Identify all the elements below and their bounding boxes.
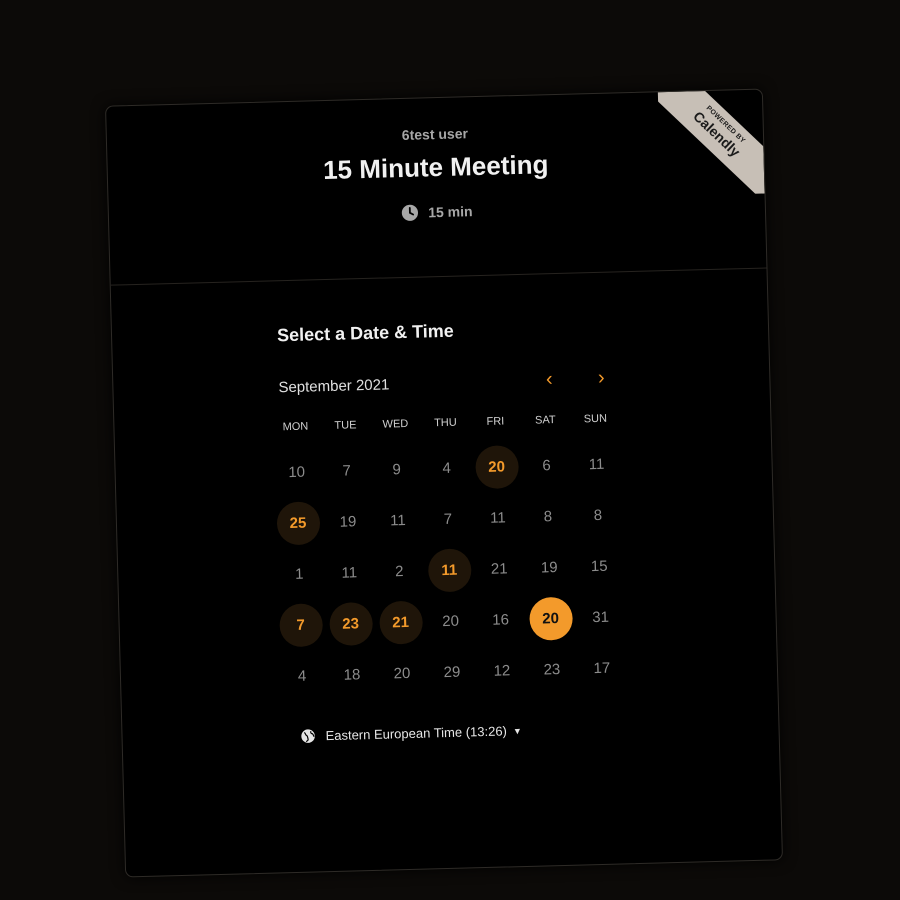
- caret-down-icon: ▼: [512, 725, 522, 736]
- unavailable-date: 1: [294, 565, 304, 583]
- unavailable-date: 11: [588, 455, 605, 474]
- calendar-day-cell: 31: [575, 591, 626, 643]
- available-date[interactable]: 23: [328, 601, 373, 647]
- unavailable-date: 11: [489, 509, 506, 527]
- unavailable-date: 8: [593, 506, 603, 525]
- calendar-day-cell: 11: [424, 544, 475, 596]
- unavailable-date: 10: [288, 463, 306, 482]
- calendar-day-cell: 23: [526, 644, 577, 696]
- calendar-day-cell: 7: [422, 493, 473, 545]
- calendar-day-cell: 20: [471, 441, 522, 493]
- available-date[interactable]: 21: [378, 600, 423, 645]
- selected-date[interactable]: 20: [528, 596, 573, 641]
- calendar-day-cell: 7: [275, 599, 326, 651]
- unavailable-date: 4: [442, 459, 452, 478]
- unavailable-date: 12: [493, 662, 511, 680]
- calendar-day-cell: 9: [371, 444, 422, 496]
- unavailable-date: 4: [297, 667, 307, 685]
- chevron-left-icon[interactable]: ‹: [537, 368, 562, 393]
- calendar-day-cell: 18: [326, 649, 377, 701]
- chevron-right-icon[interactable]: ›: [589, 367, 614, 392]
- weekday-label: SAT: [534, 414, 556, 427]
- calendar-day-cell: 10: [271, 446, 322, 498]
- unavailable-date: 2: [394, 563, 404, 581]
- weekday-label: THU: [433, 416, 457, 430]
- select-date-title: Select a Date & Time: [276, 320, 455, 346]
- powered-by-ribbon[interactable]: POWERED BY Calendly: [657, 89, 765, 197]
- weekday-label: WED: [382, 417, 409, 431]
- calendar-grid: MON TUE WED THU FRI SAT SUN 10 7 9 4 20 6 11 25 19 11 7 1…: [270, 406, 627, 702]
- weekday-header: MON TUE WED THU FRI SAT SUN: [270, 406, 621, 439]
- calendar-day-cell: 23: [325, 598, 376, 650]
- timezone-selector[interactable]: Eastern European Time (13:26) ▼: [300, 723, 522, 744]
- unavailable-date: 17: [593, 659, 611, 678]
- month-navigation: September 2021 ‹ ›: [278, 367, 614, 401]
- calendar-day-cell: 11: [324, 547, 375, 599]
- clock-icon: [402, 204, 419, 221]
- calendar-day-cell: 19: [524, 542, 575, 594]
- unavailable-date: 7: [342, 462, 352, 480]
- unavailable-date: 9: [392, 461, 402, 479]
- calendar-days: 10 7 9 4 20 6 11 25 19 11 7 11 8 8 1 11 2 11 21 19 15 7 23 21 20…: [271, 438, 628, 702]
- calendar-day-cell: 16: [475, 594, 526, 646]
- unavailable-date: 15: [590, 557, 608, 576]
- available-date[interactable]: 11: [427, 548, 472, 593]
- weekday-label: TUE: [334, 419, 357, 432]
- unavailable-date: 20: [442, 612, 460, 631]
- unavailable-date: 31: [592, 608, 610, 627]
- calendar-day-cell: 4: [421, 442, 472, 494]
- month-label: September 2021: [278, 376, 390, 397]
- unavailable-date: 8: [543, 508, 553, 526]
- calendar-day-cell: 11: [372, 495, 423, 547]
- calendar-day-cell: 20: [376, 648, 427, 700]
- calendar-day-cell: 1: [274, 548, 325, 600]
- calendar-day-cell: 25: [272, 497, 323, 549]
- powered-by-badge[interactable]: POWERED BY Calendly: [657, 89, 765, 197]
- available-date[interactable]: 20: [474, 445, 519, 490]
- calendar-day-cell: 8: [522, 491, 573, 543]
- weekday-label: MON: [282, 420, 309, 434]
- unavailable-date: 16: [492, 611, 510, 629]
- calendar-day-cell: 17: [576, 642, 627, 694]
- unavailable-date: 18: [343, 666, 361, 684]
- calendar-day-cell: 21: [375, 597, 426, 649]
- unavailable-date: 6: [542, 457, 551, 475]
- weekday-label: FRI: [486, 415, 505, 428]
- calendar-day-cell: 4: [276, 650, 327, 702]
- calendar-day-cell: 2: [374, 546, 425, 598]
- calendar-day-cell: 29: [426, 646, 477, 698]
- unavailable-date: 29: [443, 663, 461, 682]
- unavailable-date: 7: [443, 510, 453, 529]
- calendar-day-cell: 6: [521, 440, 572, 492]
- unavailable-date: 20: [393, 664, 411, 683]
- available-date[interactable]: 25: [275, 501, 321, 546]
- unavailable-date: 11: [389, 512, 406, 530]
- unavailable-date: 11: [341, 564, 358, 582]
- timezone-label: Eastern European Time (13:26): [325, 723, 508, 744]
- calendar-day-cell: 20: [425, 595, 476, 647]
- available-date[interactable]: 7: [278, 603, 323, 648]
- calendar-day-cell: 20: [525, 593, 576, 645]
- event-header: 6test user 15 Minute Meeting 15 min POWE…: [106, 89, 767, 286]
- unavailable-date: 23: [543, 661, 561, 679]
- calendar-day-cell: 12: [476, 645, 527, 697]
- event-duration: 15 min: [401, 202, 473, 222]
- calendar-day-cell: 11: [571, 438, 622, 490]
- calendar-day-cell: 21: [474, 543, 525, 595]
- calendar-day-cell: 11: [472, 492, 523, 544]
- weekday-label: SUN: [583, 412, 608, 426]
- duration-label: 15 min: [428, 203, 473, 221]
- calendar-day-cell: 7: [321, 445, 372, 497]
- calendar-day-cell: 19: [322, 496, 373, 548]
- unavailable-date: 21: [490, 560, 508, 578]
- calendar-day-cell: 15: [574, 540, 625, 592]
- globe-icon: [301, 729, 315, 743]
- unavailable-date: 19: [540, 559, 558, 577]
- booking-card: 6test user 15 Minute Meeting 15 min POWE…: [105, 88, 783, 878]
- calendar-day-cell: 8: [572, 489, 623, 541]
- unavailable-date: 19: [339, 513, 357, 531]
